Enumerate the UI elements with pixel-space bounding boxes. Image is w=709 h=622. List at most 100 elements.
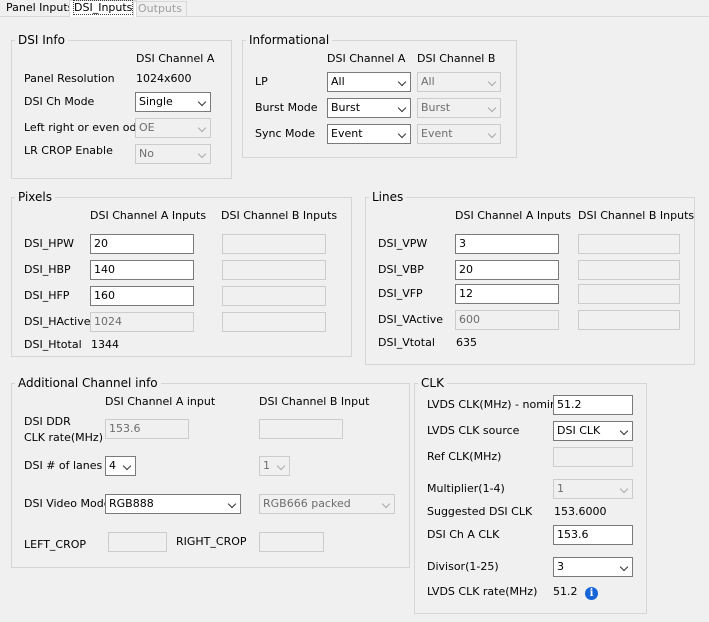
- tab-panel-inputs[interactable]: Panel Inputs: [2, 1, 77, 16]
- additional-channel-title: Additional Channel info: [15, 376, 161, 390]
- dsi-info-col-a-header: DSI Channel A: [136, 52, 215, 65]
- chevron-down-icon: [197, 97, 207, 107]
- multiplier-label: Multiplier(1-4): [427, 482, 505, 495]
- right-crop-input[interactable]: [259, 532, 324, 552]
- dsi-ch-a-clk-label: DSI Ch A CLK: [427, 528, 500, 541]
- dsi-vfp-b-input[interactable]: [578, 284, 680, 304]
- chevron-down-icon: [487, 129, 497, 139]
- chevron-down-icon: [487, 77, 497, 87]
- dsi-vfp-a-input[interactable]: 12: [455, 284, 559, 304]
- dsi-hpw-b-input[interactable]: [222, 234, 326, 254]
- dsi-hbp-a-input[interactable]: 140: [90, 260, 194, 280]
- lr-even-odd-dropdown[interactable]: OE: [135, 118, 211, 138]
- dsi-ch-mode-dropdown[interactable]: Single: [135, 92, 211, 112]
- informational-title: Informational: [246, 33, 333, 47]
- dsi-vactive-a-input[interactable]: 600: [455, 310, 559, 330]
- video-mode-a-dropdown[interactable]: RGB888: [105, 494, 241, 514]
- dsi-vbp-label: DSI_VBP: [378, 263, 424, 276]
- tab-outputs[interactable]: Outputs: [133, 1, 187, 17]
- tab-strip: Panel Inputs DSI_Inputs Outputs: [0, 0, 709, 17]
- dsi-htotal-label: DSI_Htotal: [24, 338, 82, 351]
- video-mode-b-dropdown[interactable]: RGB666 packed: [259, 494, 395, 514]
- sync-mode-b-dropdown[interactable]: Event: [417, 124, 501, 144]
- dsi-hpw-label: DSI_HPW: [24, 237, 74, 250]
- additional-col-a-header: DSI Channel A input: [105, 395, 216, 408]
- burst-mode-b-dropdown[interactable]: Burst: [417, 98, 501, 118]
- dsi-vbp-a-input[interactable]: 20: [455, 260, 559, 280]
- ref-clk-label: Ref CLK(MHz): [427, 450, 502, 463]
- chevron-down-icon: [619, 426, 629, 436]
- video-mode-label: DSI Video Mode: [24, 497, 111, 510]
- pixels-title: Pixels: [15, 190, 56, 204]
- chevron-down-icon: [197, 149, 207, 159]
- dsi-hactive-a-input[interactable]: 1024: [90, 312, 194, 332]
- clk-title: CLK: [418, 376, 447, 390]
- lvds-clk-nominal-input[interactable]: 51.2: [553, 395, 633, 415]
- informational-col-a-header: DSI Channel A: [327, 52, 406, 65]
- dsi-hfp-a-input[interactable]: 160: [90, 286, 194, 306]
- burst-mode-a-dropdown[interactable]: Burst: [327, 98, 411, 118]
- pixels-col-b-header: DSI Channel B Inputs: [221, 209, 338, 222]
- chevron-down-icon: [381, 499, 391, 509]
- dsi-hactive-b-input[interactable]: [222, 312, 326, 332]
- dsi-ch-a-clk-input[interactable]: 153.6: [553, 525, 633, 545]
- lanes-a-dropdown[interactable]: 4: [105, 456, 136, 476]
- dsi-hpw-a-input[interactable]: 20: [90, 234, 194, 254]
- informational-col-b-header: DSI Channel B: [417, 52, 496, 65]
- lvds-clk-rate-value: 51.2: [553, 585, 578, 598]
- lr-crop-enable-label: LR CROP Enable: [24, 144, 113, 157]
- dsi-vbp-b-input[interactable]: [578, 260, 680, 280]
- additional-col-b-header: DSI Channel B Input: [259, 395, 370, 408]
- chevron-down-icon: [197, 123, 207, 133]
- dsi-vtotal-label: DSI_Vtotal: [378, 336, 435, 349]
- lr-even-odd-label: Left right or even odd: [24, 121, 144, 134]
- chevron-down-icon: [487, 103, 497, 113]
- dsi-vpw-b-input[interactable]: [578, 234, 680, 254]
- dsi-htotal-value: 1344: [91, 338, 119, 351]
- panel-resolution-value: 1024x600: [136, 72, 192, 85]
- dsi-hfp-b-input[interactable]: [222, 286, 326, 306]
- chevron-down-icon: [397, 103, 407, 113]
- divisor-label: Divisor(1-25): [427, 560, 499, 573]
- dsi-vactive-b-input[interactable]: [578, 310, 680, 330]
- lines-col-a-header: DSI Channel A Inputs: [455, 209, 572, 222]
- divisor-dropdown[interactable]: 3: [553, 557, 633, 577]
- lp-label: LP: [255, 75, 268, 88]
- lvds-clk-rate-label: LVDS CLK rate(MHz): [427, 585, 538, 598]
- lvds-clk-nominal-label: LVDS CLK(MHz) - nominal: [427, 398, 567, 411]
- lanes-b-dropdown[interactable]: 1: [259, 456, 290, 476]
- ddr-clk-label-line1: DSI DDR: [24, 415, 71, 428]
- info-icon[interactable]: i: [585, 587, 598, 600]
- chevron-down-icon: [619, 484, 629, 494]
- sync-mode-label: Sync Mode: [255, 127, 315, 140]
- ref-clk-input[interactable]: [553, 447, 633, 467]
- lines-col-b-header: DSI Channel B Inputs: [578, 209, 695, 222]
- right-crop-label: RIGHT_CROP: [176, 535, 247, 548]
- dsi-vfp-label: DSI_VFP: [378, 287, 423, 300]
- multiplier-dropdown[interactable]: 1: [553, 479, 633, 499]
- tab-dsi-inputs[interactable]: DSI_Inputs: [69, 0, 138, 17]
- chevron-down-icon: [227, 499, 237, 509]
- left-crop-input[interactable]: [108, 532, 167, 552]
- pixels-col-a-header: DSI Channel A Inputs: [90, 209, 207, 222]
- ddr-clk-a-input[interactable]: 153.6: [105, 419, 189, 439]
- panel-resolution-label: Panel Resolution: [24, 72, 115, 85]
- dsi-hactive-label: DSI_HActive: [24, 315, 91, 328]
- chevron-down-icon: [397, 77, 407, 87]
- dsi-vactive-label: DSI_VActive: [378, 313, 444, 326]
- dsi-hbp-b-input[interactable]: [222, 260, 326, 280]
- dsi-vpw-label: DSI_VPW: [378, 237, 428, 250]
- lr-crop-enable-dropdown[interactable]: No: [135, 144, 211, 164]
- sync-mode-a-dropdown[interactable]: Event: [327, 124, 411, 144]
- lvds-clk-source-dropdown[interactable]: DSI CLK: [553, 421, 633, 441]
- dsi-vpw-a-input[interactable]: 3: [455, 234, 559, 254]
- burst-mode-label: Burst Mode: [255, 101, 318, 114]
- dsi-info-title: DSI Info: [15, 33, 68, 47]
- lp-b-dropdown[interactable]: All: [417, 72, 501, 92]
- lp-a-dropdown[interactable]: All: [327, 72, 411, 92]
- dsi-ch-mode-label: DSI Ch Mode: [24, 95, 95, 108]
- left-crop-label: LEFT_CROP: [24, 538, 87, 551]
- chevron-down-icon: [276, 461, 286, 471]
- ddr-clk-b-input[interactable]: [259, 419, 343, 439]
- chevron-down-icon: [397, 129, 407, 139]
